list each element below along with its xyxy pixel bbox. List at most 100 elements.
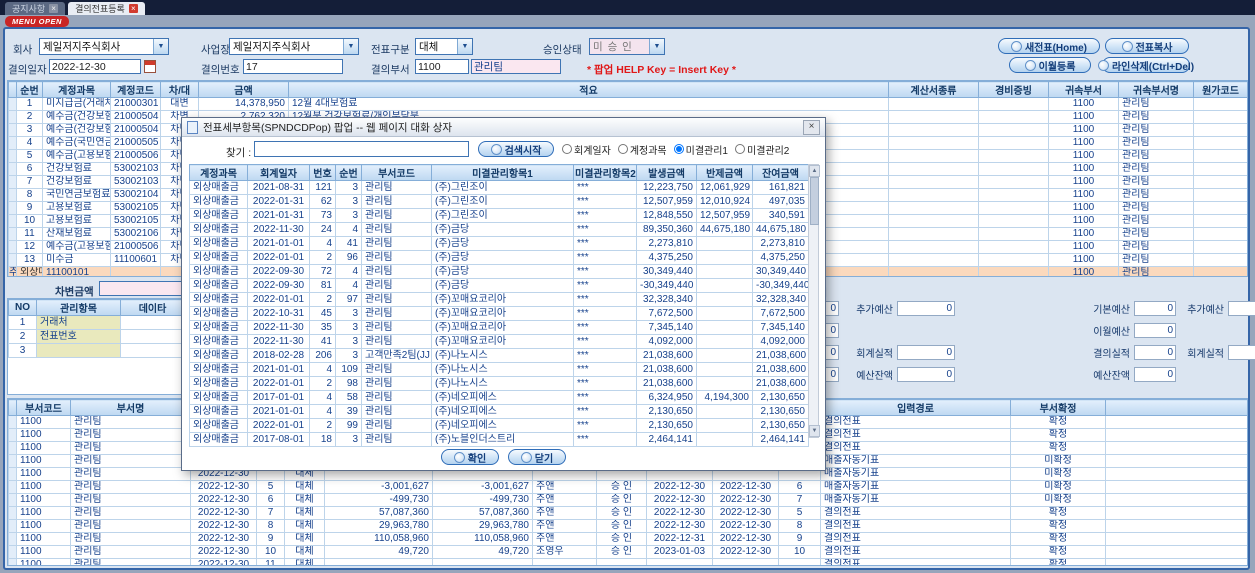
cell[interactable]: 승 인: [596, 480, 647, 494]
cell[interactable]: 확정: [1010, 532, 1106, 546]
cell[interactable]: 확정: [1010, 545, 1106, 559]
cell[interactable]: 관리팀: [361, 376, 432, 391]
cell[interactable]: 관리팀: [1118, 123, 1194, 137]
cell[interactable]: 승 인: [596, 545, 647, 559]
ok-button[interactable]: 확인: [441, 449, 499, 465]
cell[interactable]: 39: [335, 404, 362, 419]
table-row[interactable]: 외상매출금 2021-01-01 4 109 관리팀 (주)나노시스 *** 21,038,6…: [189, 362, 809, 377]
close-icon[interactable]: ×: [128, 4, 138, 13]
table-row[interactable]: 1 거래처: [8, 315, 184, 330]
cell[interactable]: 2022-09-30: [247, 264, 310, 279]
cell[interactable]: 4: [335, 264, 362, 279]
scroll-up-icon[interactable]: ▲: [809, 165, 820, 177]
cell[interactable]: 2022-12-30: [190, 545, 257, 559]
cell[interactable]: 7: [16, 175, 43, 189]
cell[interactable]: 121: [309, 180, 336, 195]
budget-field-value[interactable]: 0: [1228, 344, 1255, 360]
cell[interactable]: 7,672,500: [752, 306, 809, 321]
cell[interactable]: 53002106: [110, 227, 161, 241]
cell[interactable]: 미확정: [1010, 454, 1106, 468]
radio-input[interactable]: [735, 144, 745, 154]
cell[interactable]: [1105, 519, 1247, 533]
cell[interactable]: 21,038,600: [752, 376, 809, 391]
cell[interactable]: [888, 162, 979, 176]
cell[interactable]: 추가: [8, 266, 17, 276]
cell[interactable]: 4: [16, 136, 43, 150]
budget-field-value[interactable]: 0: [1134, 300, 1176, 316]
cell[interactable]: 1100: [16, 467, 71, 481]
cell[interactable]: 2: [309, 418, 336, 433]
cell[interactable]: 53002105: [110, 201, 161, 215]
cell[interactable]: 3: [335, 208, 362, 223]
cell[interactable]: 9: [16, 201, 43, 215]
cell[interactable]: 매출자동기표: [820, 454, 1011, 468]
cell[interactable]: 외상매출금: [189, 250, 248, 265]
cell[interactable]: [1105, 558, 1247, 565]
cell[interactable]: [1193, 266, 1247, 276]
cell[interactable]: 산재보험료: [42, 227, 111, 241]
table-row[interactable]: 외상매출금 2017-01-01 4 58 관리팀 (주)네오피에스 *** 6,324,95…: [189, 390, 809, 405]
cell[interactable]: 승 인: [596, 519, 647, 533]
cell[interactable]: 관리팀: [361, 236, 432, 251]
cell[interactable]: 3: [335, 334, 362, 349]
cell[interactable]: ***: [573, 418, 637, 433]
cell[interactable]: 외상매출금: [189, 348, 248, 363]
cell[interactable]: [120, 315, 184, 330]
cell[interactable]: 고용보험료: [42, 201, 111, 215]
cell[interactable]: 확정: [1010, 558, 1106, 565]
cell[interactable]: 확정: [1010, 415, 1106, 429]
cell[interactable]: [8, 454, 17, 468]
cell[interactable]: 1100: [16, 415, 71, 429]
cell[interactable]: [8, 188, 17, 202]
cell[interactable]: (주)나노시스: [431, 362, 574, 377]
cell[interactable]: 21000504: [110, 110, 161, 124]
cell[interactable]: [324, 558, 433, 565]
cell[interactable]: [110, 266, 161, 276]
cell[interactable]: 1100: [1048, 227, 1119, 241]
cell[interactable]: 2022-12-30: [646, 506, 713, 520]
cell[interactable]: 30,349,440: [636, 264, 697, 279]
cell[interactable]: 확정: [1010, 428, 1106, 442]
cell[interactable]: ***: [573, 180, 637, 195]
cell[interactable]: 외상매출금: [189, 362, 248, 377]
cell[interactable]: 12,507,959: [636, 194, 697, 209]
cell[interactable]: (주)네오피에스: [431, 390, 574, 405]
cell[interactable]: 외상매출금: [189, 236, 248, 251]
cell[interactable]: 승 인: [596, 506, 647, 520]
cell[interactable]: [978, 253, 1049, 267]
cell[interactable]: [696, 292, 753, 307]
cell[interactable]: 2: [8, 329, 37, 344]
cell[interactable]: 대체: [284, 506, 325, 520]
cell[interactable]: 29,963,780: [324, 519, 433, 533]
cell[interactable]: 2022-12-30: [712, 480, 779, 494]
cell[interactable]: 관리팀: [361, 418, 432, 433]
cell[interactable]: 외상매출금: [16, 266, 43, 276]
cell[interactable]: 1100: [1048, 162, 1119, 176]
table-row[interactable]: 2 전표번호: [8, 329, 184, 344]
cell[interactable]: (주)나노시스: [431, 376, 574, 391]
cell[interactable]: 예수금(건강보험): [42, 123, 111, 137]
cell[interactable]: 대변: [160, 97, 199, 111]
cell[interactable]: 2022-12-30: [190, 506, 257, 520]
cell[interactable]: -499,730: [324, 493, 433, 507]
cell[interactable]: [978, 162, 1049, 176]
search-input[interactable]: [254, 141, 469, 157]
cell[interactable]: 1100: [1048, 136, 1119, 150]
cell[interactable]: [712, 558, 779, 565]
cell[interactable]: 4: [309, 236, 336, 251]
close-icon[interactable]: ×: [803, 119, 820, 135]
scrollbar-thumb[interactable]: [810, 177, 819, 225]
cell[interactable]: 대체: [284, 558, 325, 565]
cell[interactable]: 2022-12-31: [646, 532, 713, 546]
cell[interactable]: 관리팀: [361, 334, 432, 349]
chevron-down-icon[interactable]: ▼: [649, 39, 664, 54]
cell[interactable]: 관리팀: [1118, 136, 1194, 150]
cell[interactable]: [888, 188, 979, 202]
cell[interactable]: 5: [778, 506, 821, 520]
cell[interactable]: 2,130,650: [636, 404, 697, 419]
cell[interactable]: (주)꼬매요코리아: [431, 292, 574, 307]
cell[interactable]: -30,349,440: [636, 278, 697, 293]
table-row[interactable]: 1100 관리팀 2022-12-30 11 대체 결의전표 확정: [8, 558, 1247, 565]
cell[interactable]: 예수금(국민연금): [42, 136, 111, 150]
cell[interactable]: 2022-12-30: [712, 506, 779, 520]
